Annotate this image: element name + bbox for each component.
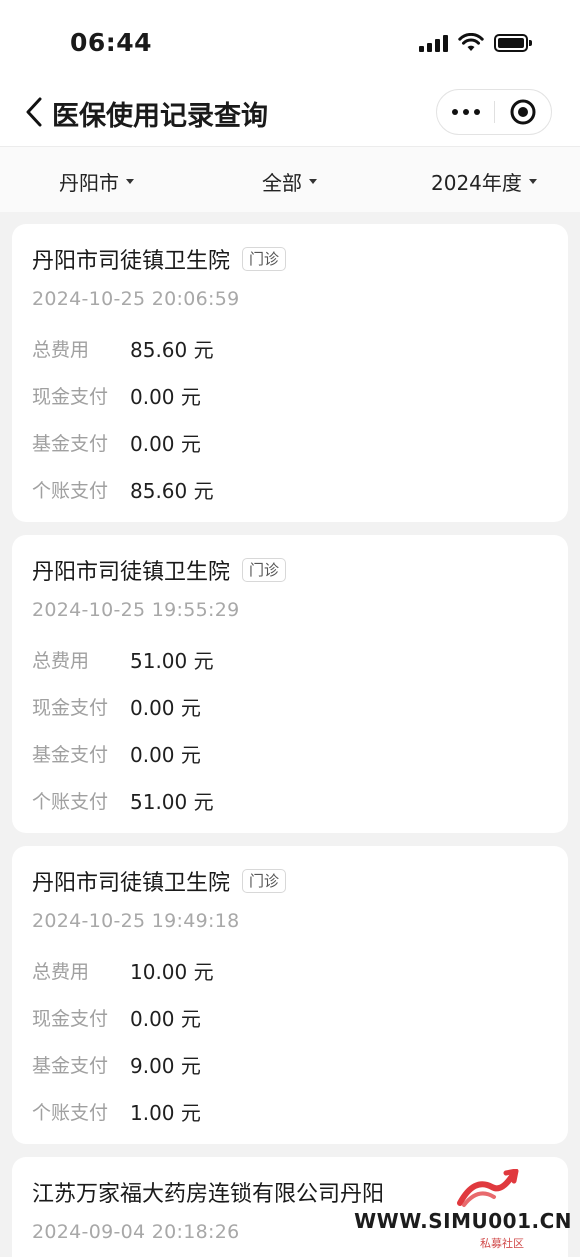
filter-type-label: 全部 <box>262 171 302 195</box>
more-button[interactable] <box>437 90 494 134</box>
record-card[interactable]: 丹阳市司徒镇卫生院 门诊 2024-10-25 19:55:29 总费用 51.0… <box>12 535 568 833</box>
fund-payment-label: 基金支付 <box>32 1055 109 1077</box>
personal-account-label: 个账支付 <box>32 1102 109 1124</box>
watermark-logo-icon <box>457 1169 519 1207</box>
record-card[interactable]: 丹阳市司徒镇卫生院 门诊 2024-10-25 20:06:59 总费用 85.6… <box>12 224 568 522</box>
header: 06:44 医保使用记录查询 <box>0 0 580 146</box>
fund-payment-value: 0.00 元 <box>130 432 201 456</box>
cash-payment-label: 现金支付 <box>32 697 109 719</box>
filter-bar: 丹阳市 全部 2024年度 <box>0 146 580 212</box>
visit-type-badge: 门诊 <box>242 869 287 893</box>
filter-year-label: 2024年度 <box>431 171 522 195</box>
status-icons <box>419 33 532 52</box>
record-datetime: 2024-10-25 19:49:18 <box>32 910 240 932</box>
total-cost-label: 总费用 <box>32 961 90 983</box>
personal-account-label: 个账支付 <box>32 791 109 813</box>
back-button[interactable] <box>18 92 50 132</box>
total-cost-value: 85.60 元 <box>130 338 214 362</box>
filter-region-label: 丹阳市 <box>59 171 119 195</box>
cash-payment-value: 0.00 元 <box>130 1007 201 1031</box>
caret-down-icon <box>309 179 317 184</box>
hospital-name: 江苏万家福大药房连锁有限公司丹阳 <box>32 1182 385 1207</box>
hospital-name: 丹阳市司徒镇卫生院 <box>32 249 231 274</box>
hospital-name: 丹阳市司徒镇卫生院 <box>32 560 231 585</box>
caret-down-icon <box>528 179 537 184</box>
record-list: 丹阳市司徒镇卫生院 门诊 2024-10-25 20:06:59 总费用 85.6… <box>12 224 568 1257</box>
fund-payment-value: 9.00 元 <box>130 1054 201 1078</box>
watermark: WWW.SIMU001.CN 私募社区 <box>354 1169 572 1251</box>
total-cost-label: 总费用 <box>32 339 90 361</box>
cash-payment-label: 现金支付 <box>32 386 109 408</box>
navigation-bar: 医保使用记录查询 <box>0 80 580 144</box>
status-time: 06:44 <box>70 28 153 57</box>
personal-account-label: 个账支付 <box>32 480 109 502</box>
total-cost-value: 10.00 元 <box>130 960 214 984</box>
total-cost-label: 总费用 <box>32 650 90 672</box>
mini-program-capsule <box>436 89 552 135</box>
record-datetime: 2024-10-25 20:06:59 <box>32 288 240 310</box>
page-title: 医保使用记录查询 <box>52 101 268 132</box>
wifi-icon <box>458 33 484 51</box>
personal-account-value: 51.00 元 <box>130 790 214 814</box>
watermark-text: WWW.SIMU001.CN <box>354 1209 572 1233</box>
target-close-icon <box>510 99 536 125</box>
filter-region[interactable]: 丹阳市 <box>59 167 134 196</box>
watermark-subtext: 私募社区 <box>480 1237 524 1250</box>
more-icon <box>451 109 458 115</box>
cash-payment-value: 0.00 元 <box>130 385 201 409</box>
record-datetime: 2024-10-25 19:55:29 <box>32 599 240 621</box>
filter-year[interactable]: 2024年度 <box>431 167 537 196</box>
personal-account-value: 1.00 元 <box>130 1101 201 1125</box>
status-bar: 06:44 <box>0 0 580 80</box>
hospital-name: 丹阳市司徒镇卫生院 <box>32 871 231 896</box>
battery-icon <box>494 33 532 52</box>
cash-payment-value: 0.00 元 <box>130 696 201 720</box>
cellular-signal-icon <box>419 34 448 52</box>
caret-down-icon <box>126 179 134 184</box>
record-card[interactable]: 丹阳市司徒镇卫生院 门诊 2024-10-25 19:49:18 总费用 10.0… <box>12 846 568 1144</box>
fund-payment-label: 基金支付 <box>32 744 109 766</box>
fund-payment-label: 基金支付 <box>32 433 109 455</box>
filter-type[interactable]: 全部 <box>262 167 317 196</box>
visit-type-badge: 门诊 <box>242 247 287 271</box>
cash-payment-label: 现金支付 <box>32 1008 109 1030</box>
personal-account-value: 85.60 元 <box>130 479 214 503</box>
close-button[interactable] <box>495 90 551 134</box>
total-cost-value: 51.00 元 <box>130 649 214 673</box>
visit-type-badge: 门诊 <box>242 558 287 582</box>
chevron-left-icon <box>26 97 42 127</box>
fund-payment-value: 0.00 元 <box>130 743 201 767</box>
